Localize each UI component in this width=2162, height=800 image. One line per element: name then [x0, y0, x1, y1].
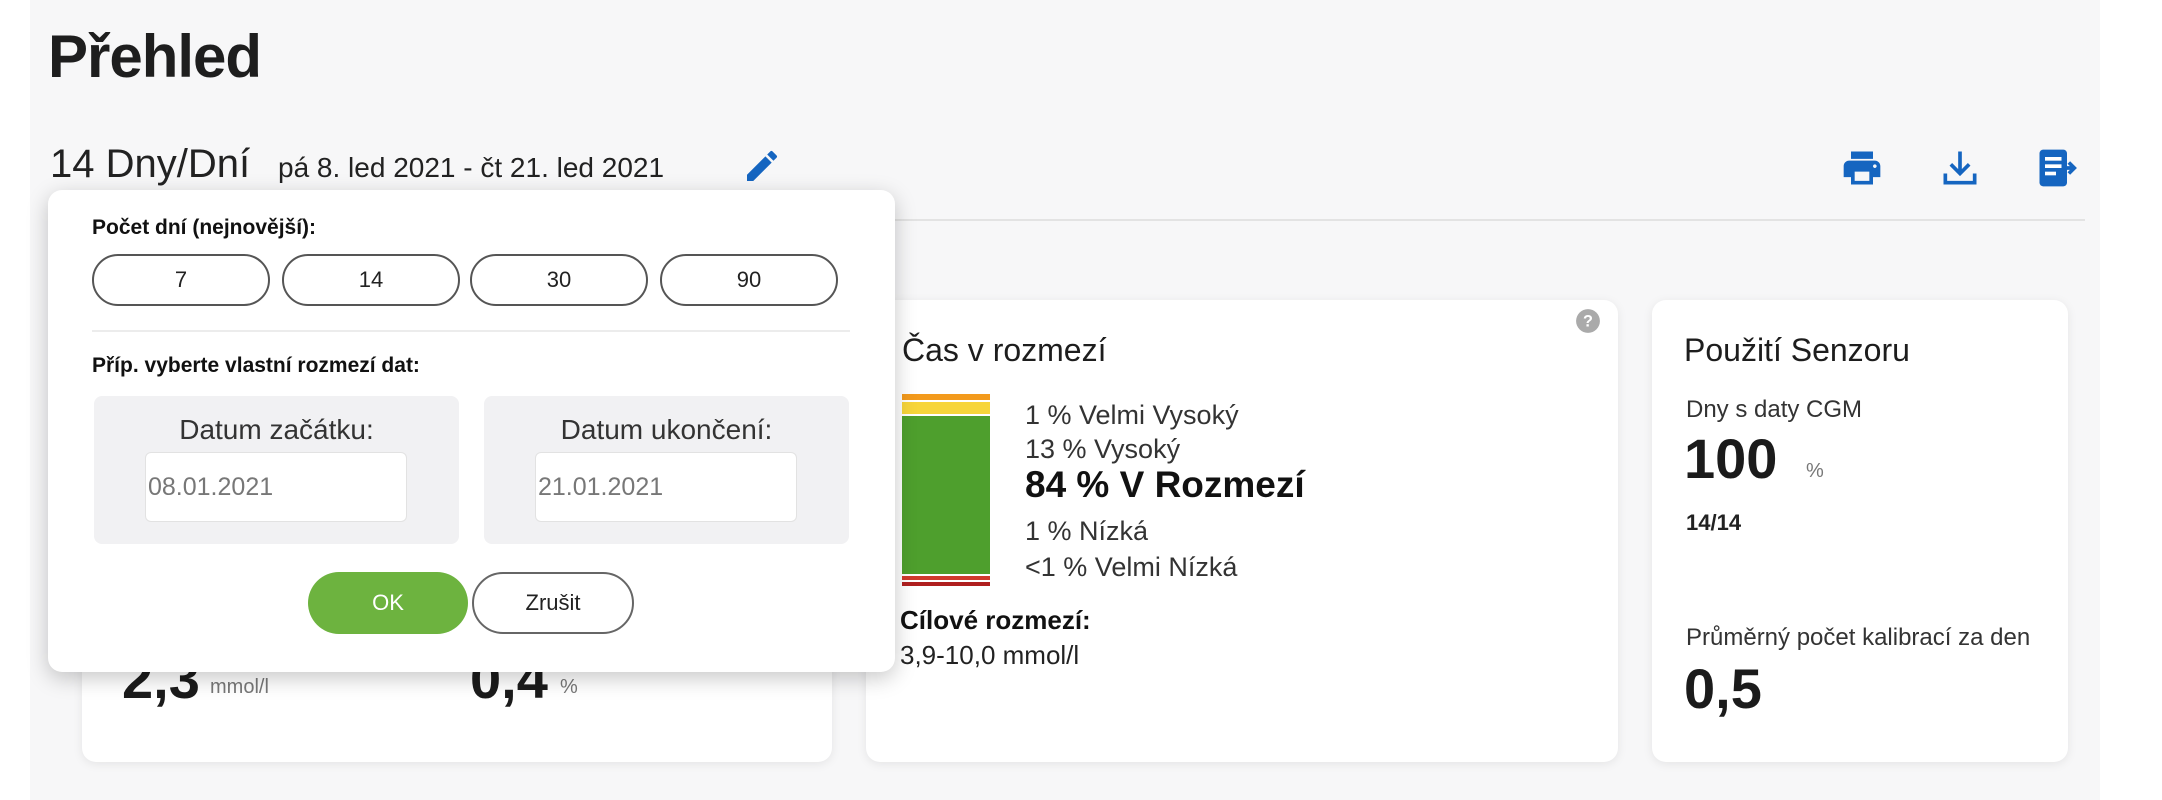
- cgm-percent-value: 100: [1684, 427, 1778, 490]
- gmi-unit: %: [560, 676, 578, 698]
- cgm-percent-unit: %: [1806, 460, 1824, 482]
- bar-in-range: [902, 416, 990, 574]
- cgm-ratio: 14/14: [1686, 510, 1742, 535]
- export-icon: [2039, 149, 2077, 187]
- download-button[interactable]: [1938, 146, 1982, 190]
- days-option-90[interactable]: 90: [660, 254, 838, 306]
- bar-very-low: [902, 582, 990, 586]
- bar-very-high: [902, 394, 990, 400]
- bar-high: [902, 402, 990, 414]
- days-option-30[interactable]: 30: [470, 254, 648, 306]
- tir-very-high: 1 % Velmi Vysoký: [1025, 400, 1239, 430]
- days-count-label: Počet dní (nejnovější):: [92, 216, 317, 239]
- download-icon: [1943, 151, 1977, 185]
- custom-range-label: Příp. vyberte vlastní rozmezí dat:: [92, 354, 420, 377]
- popup-divider: [92, 330, 850, 332]
- svg-text:?: ?: [1583, 312, 1593, 330]
- export-button[interactable]: [2034, 146, 2078, 190]
- edit-range-button[interactable]: [742, 146, 782, 186]
- target-range-label: Cílové rozmezí:: [900, 605, 1091, 635]
- range-dates: pá 8. led 2021 - čt 21. led 2021: [278, 152, 665, 183]
- bar-low: [902, 576, 990, 580]
- sensor-usage-title: Použití Senzoru: [1684, 332, 1910, 368]
- page-title: Přehled: [48, 23, 262, 90]
- tir-high: 13 % Vysoký: [1025, 434, 1181, 464]
- ok-button[interactable]: OK: [308, 572, 468, 634]
- calibration-value: 0,5: [1684, 657, 1762, 720]
- avg-glucose-unit: mmol/l: [210, 676, 269, 698]
- help-icon[interactable]: ?: [1575, 308, 1601, 334]
- cgm-days-label: Dny s daty CGM: [1686, 396, 1863, 423]
- printer-icon: [1843, 151, 1881, 185]
- tir-very-low: <1 % Velmi Nízká: [1025, 552, 1238, 582]
- target-range-value: 3,9-10,0 mmol/l: [900, 640, 1080, 670]
- cancel-button[interactable]: Zrušit: [472, 572, 634, 634]
- days-option-14[interactable]: 14: [282, 254, 460, 306]
- end-date-label: Datum ukončení:: [560, 414, 773, 445]
- start-date-label: Datum začátku:: [179, 414, 374, 445]
- tir-in-range: 84 % V Rozmezí: [1025, 464, 1305, 505]
- time-in-range-title: Čas v rozmezí: [902, 332, 1107, 368]
- calibration-label: Průměrný počet kalibrací za den: [1686, 624, 2031, 651]
- time-in-range-bar: [902, 394, 990, 586]
- tir-low: 1 % Nízká: [1025, 516, 1149, 546]
- end-date-input[interactable]: [535, 452, 797, 522]
- days-option-7[interactable]: 7: [92, 254, 270, 306]
- start-date-input[interactable]: [145, 452, 407, 522]
- pencil-icon: [747, 150, 777, 181]
- range-days-label: 14 Dny/Dní: [50, 142, 251, 186]
- print-button[interactable]: [1840, 146, 1884, 190]
